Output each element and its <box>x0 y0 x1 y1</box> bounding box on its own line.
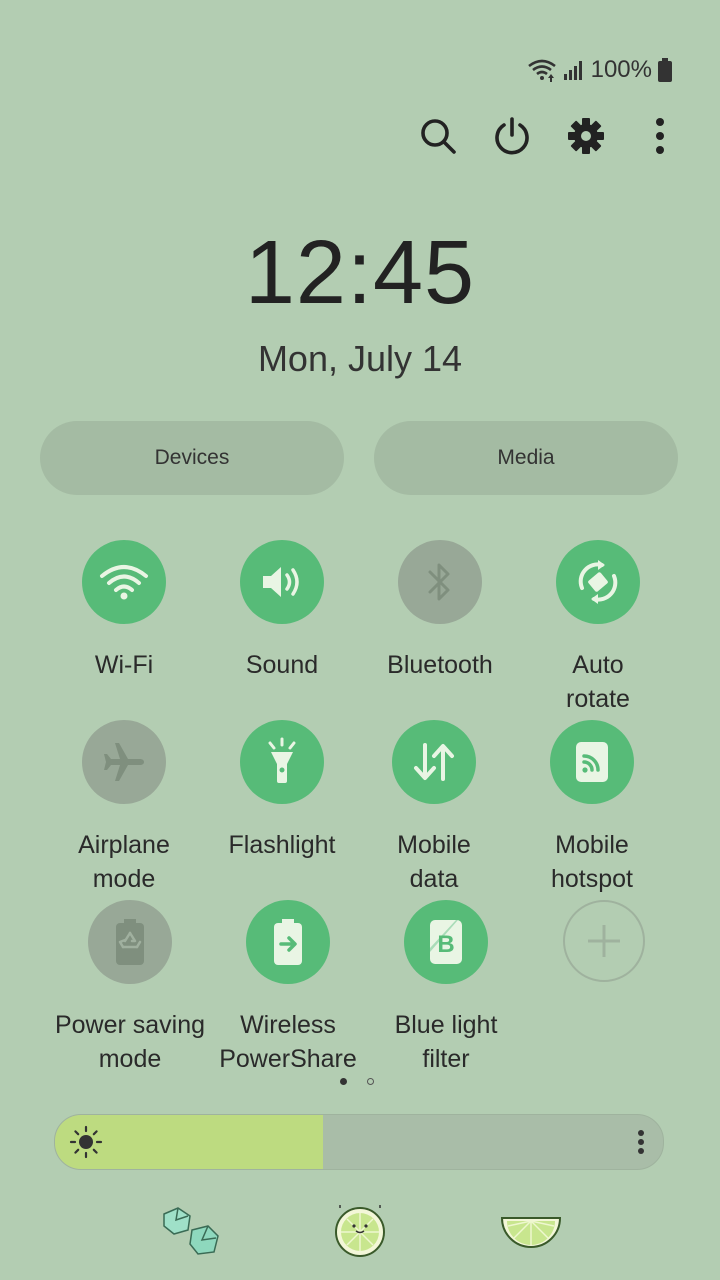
airplane-icon <box>82 720 166 804</box>
clock-time: 12:45 <box>244 223 476 323</box>
tile-blue-light-filter[interactable]: B Blue light filter <box>366 900 526 1076</box>
brightness-slider[interactable] <box>54 1114 664 1170</box>
battery-icon <box>658 58 672 82</box>
tile-wifi[interactable]: Wi-Fi <box>44 540 204 682</box>
lime-slice-face-icon <box>332 1202 388 1263</box>
clock-date: Mon, July 14 <box>257 338 463 379</box>
power-icon[interactable] <box>492 114 532 158</box>
tile-bluetooth[interactable]: Bluetooth <box>360 540 520 682</box>
rotate-icon <box>556 540 640 624</box>
tile-label: Flashlight <box>228 831 336 859</box>
tile-label: Sound <box>245 651 319 679</box>
search-icon[interactable] <box>418 114 458 158</box>
tile-auto-rotate[interactable]: Auto rotate <box>518 540 678 716</box>
tile-label: Airplane mode <box>78 831 170 893</box>
tile-label: Auto rotate <box>566 651 630 713</box>
media-label: Media <box>497 446 555 469</box>
page-dot-active[interactable] <box>340 1078 347 1085</box>
lime-wedge-icon <box>500 1214 562 1255</box>
speaker-icon <box>240 540 324 624</box>
tile-mobile-data[interactable]: Mobile data <box>354 720 514 896</box>
sun-icon <box>69 1125 103 1164</box>
bluetooth-icon <box>398 540 482 624</box>
tile-label: Power saving mode <box>54 1011 206 1073</box>
tile-label: Mobile data <box>397 831 471 893</box>
svg-text:B: B <box>437 931 454 958</box>
tile-mobile-hotspot[interactable]: Mobile hotspot <box>512 720 672 896</box>
tile-sound[interactable]: Sound <box>202 540 362 682</box>
tile-add[interactable] <box>524 900 684 1006</box>
flashlight-icon <box>240 720 324 804</box>
devices-button[interactable]: Devices <box>40 421 344 495</box>
battery-percent: 100% <box>590 56 652 83</box>
tile-flashlight[interactable]: Flashlight <box>202 720 362 862</box>
media-button[interactable]: Media <box>374 421 678 495</box>
more-vert-icon[interactable] <box>640 114 680 158</box>
tile-power-saving[interactable]: Power saving mode <box>50 900 210 1076</box>
hotspot-icon <box>550 720 634 804</box>
add-icon <box>563 900 645 982</box>
tile-label: Wi-Fi <box>94 651 154 679</box>
tile-airplane-mode[interactable]: Airplane mode <box>44 720 204 896</box>
tile-label: Wireless PowerShare <box>219 1011 357 1073</box>
wifi-status-icon <box>527 58 557 82</box>
page-dot-inactive[interactable] <box>367 1078 374 1085</box>
wifi-icon <box>82 540 166 624</box>
top-actions <box>418 114 680 158</box>
settings-gear-icon[interactable] <box>566 114 606 158</box>
devices-label: Devices <box>154 446 230 469</box>
tile-label: Mobile hotspot <box>550 831 633 893</box>
signal-icon <box>563 59 585 81</box>
tile-label: Blue light filter <box>394 1011 498 1073</box>
brightness-more-icon[interactable] <box>637 1129 645 1160</box>
powershare-icon <box>246 900 330 984</box>
ice-cubes-icon <box>160 1204 222 1261</box>
blue-light-icon: B <box>404 900 488 984</box>
page-indicator <box>340 1078 374 1085</box>
power-saving-icon <box>88 900 172 984</box>
tile-wireless-powershare[interactable]: Wireless PowerShare <box>208 900 368 1076</box>
status-bar: 100% <box>527 56 672 84</box>
mobile-data-icon <box>392 720 476 804</box>
tile-label: Bluetooth <box>387 651 493 679</box>
